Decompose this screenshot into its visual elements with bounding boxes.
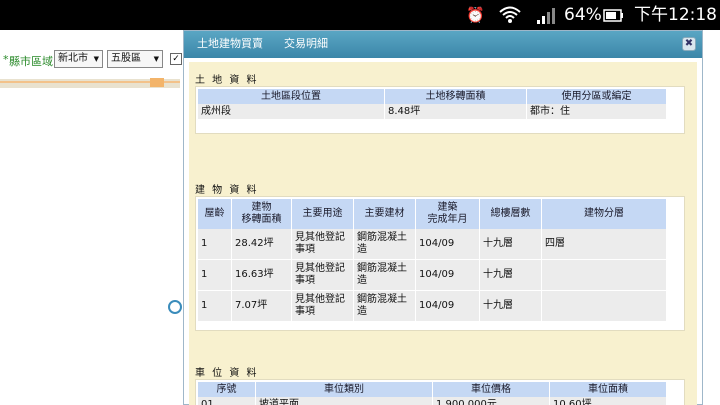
building-cell-use: 見其他登記 事項 xyxy=(292,260,354,291)
land-cell-zoning: 都市：住 xyxy=(527,104,667,120)
building-cell-material-text: 鋼筋混凝土 造 xyxy=(357,263,407,286)
battery-percent: 64% xyxy=(564,5,602,25)
building-cell-material-text: 鋼筋混凝土 造 xyxy=(357,294,407,317)
required-mark: * xyxy=(3,53,9,66)
close-icon[interactable]: ✖ xyxy=(682,37,696,51)
parking-section-title: 車 位 資 料 xyxy=(195,368,259,379)
filter-label: 縣市區域 xyxy=(9,55,53,68)
building-header-completion: 建築 完成年月 xyxy=(416,199,480,229)
dialog-titlebar: 土地建物買賣 交易明細 ✖ xyxy=(184,31,702,58)
building-cell-floors: 十九層 xyxy=(480,260,542,291)
land-header-location: 土地區段位置 xyxy=(198,89,385,104)
building-header-floors: 總樓層數 xyxy=(480,199,542,229)
parking-header-type: 車位類別 xyxy=(256,382,433,397)
parking-cell-type: 坡道平面 xyxy=(256,397,433,405)
wifi-icon xyxy=(499,6,521,28)
transaction-dialog: 土地建物買賣 交易明細 ✖ 土 地 資 料 土地區段位置 土地移轉面積 使用分區… xyxy=(183,30,703,405)
building-cell-material: 鋼筋混凝土 造 xyxy=(354,260,416,291)
building-header-area: 建物 移轉面積 xyxy=(232,199,292,229)
parking-header-price: 車位價格 xyxy=(433,382,550,397)
building-cell-use-text: 見其他登記 事項 xyxy=(295,294,345,317)
building-header-use: 主要用途 xyxy=(292,199,354,229)
building-cell-use: 見其他登記 事項 xyxy=(292,291,354,322)
land-table: 土地區段位置 土地移轉面積 使用分區或編定 成州段 8.48坪 都市：住 xyxy=(195,86,685,134)
city-select[interactable]: 新北市 ▼ xyxy=(54,50,103,68)
building-cell-material: 鋼筋混凝土 造 xyxy=(354,229,416,260)
parking-cell-area: 10.60坪 xyxy=(550,397,667,405)
parking-cell-no: 01 xyxy=(198,397,256,405)
building-cell-age: 1 xyxy=(198,291,232,322)
building-header-area-text: 建物 移轉面積 xyxy=(241,202,282,225)
land-cell-area: 8.48坪 xyxy=(385,104,527,120)
building-cell-floor-level xyxy=(542,291,667,322)
dropdown-arrow-icon: ▼ xyxy=(93,55,99,63)
building-cell-completion: 104/09 xyxy=(416,260,480,291)
building-header-material: 主要建材 xyxy=(354,199,416,229)
building-cell-floors: 十九層 xyxy=(480,229,542,260)
building-header-age: 屋齡 xyxy=(198,199,232,229)
tab-land-building-sale[interactable]: 土地建物買賣 xyxy=(197,37,263,51)
parking-cell-price: 1,900,000元 xyxy=(433,397,550,405)
building-header-completion-text: 建築 完成年月 xyxy=(427,202,468,225)
filter-bar: * 縣市區域 新北市 ▼ 五股區 ▼ ✓ xyxy=(0,38,200,78)
building-cell-area: 28.42坪 xyxy=(232,229,292,260)
building-cell-area: 16.63坪 xyxy=(232,260,292,291)
map-marker-icon xyxy=(150,78,164,87)
tab-transaction-details[interactable]: 交易明細 xyxy=(284,37,328,51)
building-cell-age: 1 xyxy=(198,229,232,260)
building-cell-material: 鋼筋混凝土 造 xyxy=(354,291,416,322)
parking-header-no: 序號 xyxy=(198,382,256,397)
building-cell-area: 7.07坪 xyxy=(232,291,292,322)
land-header-area: 土地移轉面積 xyxy=(385,89,527,104)
building-cell-floor-level xyxy=(542,260,667,291)
building-cell-completion: 104/09 xyxy=(416,229,480,260)
status-bar: ⏰ 64% 下午12:18 xyxy=(0,0,720,30)
land-section-title: 土 地 資 料 xyxy=(195,75,259,86)
district-select[interactable]: 五股區 ▼ xyxy=(107,50,163,68)
district-select-value: 五股區 xyxy=(111,53,141,64)
building-table: 屋齡 建物 移轉面積 主要用途 主要建材 建築 完成年月 總樓層數 建物分層 1… xyxy=(195,196,685,331)
building-cell-use-text: 見其他登記 事項 xyxy=(295,232,345,255)
building-cell-floors: 十九層 xyxy=(480,291,542,322)
building-cell-completion: 104/09 xyxy=(416,291,480,322)
city-select-value: 新北市 xyxy=(58,53,88,64)
building-section-title: 建 物 資 料 xyxy=(195,185,259,196)
building-cell-use: 見其他登記 事項 xyxy=(292,229,354,260)
building-cell-material-text: 鋼筋混凝土 造 xyxy=(357,232,407,255)
side-handle-icon[interactable] xyxy=(168,300,182,314)
clock: 下午12:18 xyxy=(634,5,717,25)
building-cell-floor-level: 四層 xyxy=(542,229,667,260)
filter-checkbox[interactable]: ✓ xyxy=(170,53,182,65)
dialog-content: 土 地 資 料 土地區段位置 土地移轉面積 使用分區或編定 成州段 8.48坪 … xyxy=(189,62,697,405)
building-cell-use-text: 見其他登記 事項 xyxy=(295,263,345,286)
signal-icon xyxy=(535,6,557,28)
battery-icon xyxy=(603,6,625,28)
parking-header-area: 車位面積 xyxy=(550,382,667,397)
land-header-zoning: 使用分區或編定 xyxy=(527,89,667,104)
building-cell-age: 1 xyxy=(198,260,232,291)
parking-table: 序號 車位類別 車位價格 車位面積 01 坡道平面 1,900,000元 10.… xyxy=(195,379,685,405)
land-cell-location: 成州段 xyxy=(198,104,385,120)
alarm-icon: ⏰ xyxy=(466,6,485,24)
building-header-floor-level: 建物分層 xyxy=(542,199,667,229)
dropdown-arrow-icon: ▼ xyxy=(153,55,159,63)
